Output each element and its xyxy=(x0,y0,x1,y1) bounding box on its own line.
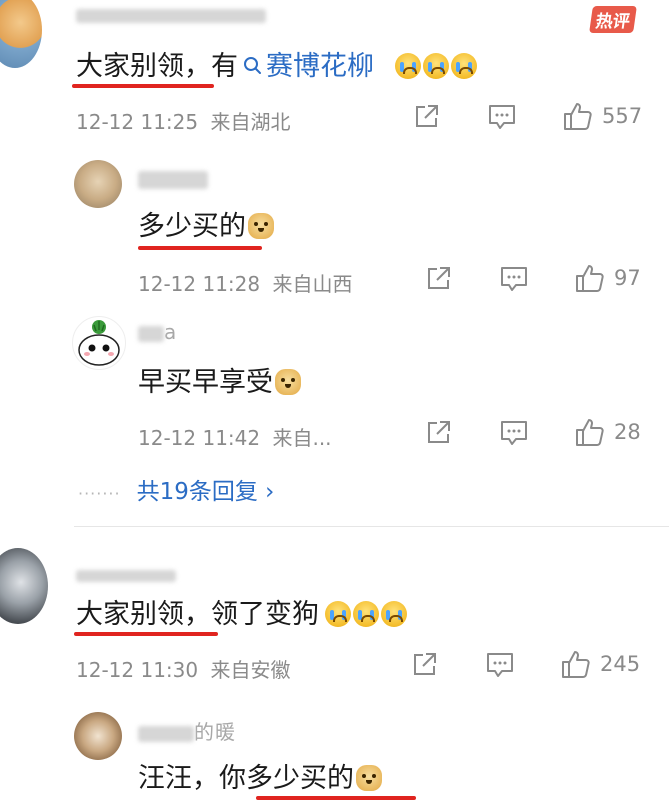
avatar[interactable] xyxy=(0,548,48,624)
comment-icon xyxy=(501,267,527,291)
watermelon-character-icon xyxy=(78,320,120,366)
comment-meta: 12-12 11:25 来自湖北 xyxy=(76,106,290,135)
crying-emoji xyxy=(422,53,449,79)
hot-comment-badge: 热评 xyxy=(589,6,637,33)
highlight-underline xyxy=(138,246,262,250)
location: 来自安徽 xyxy=(210,658,291,682)
share-icon xyxy=(428,421,450,443)
highlight-underline xyxy=(256,796,416,800)
username-blurred[interactable] xyxy=(76,2,266,26)
comment-icon xyxy=(487,653,513,677)
more-replies-link[interactable]: ······· 共19条回复 › xyxy=(78,472,274,506)
username[interactable]: 的暖 xyxy=(138,716,236,745)
reply-button[interactable] xyxy=(487,103,517,131)
like-count: 245 xyxy=(600,652,641,676)
thumbs-up-icon xyxy=(576,265,604,292)
like-count: 557 xyxy=(602,104,643,128)
comment-meta: 12-12 11:30 来自安徽 xyxy=(76,654,290,683)
dots-divider: ······· xyxy=(78,484,121,503)
comment-meta: 12-12 11:28 来自山西 xyxy=(138,268,352,297)
highlight-underline xyxy=(74,632,218,636)
reply-button[interactable] xyxy=(499,419,529,447)
like-count: 28 xyxy=(614,420,641,444)
share-button[interactable] xyxy=(424,265,452,293)
share-icon xyxy=(416,105,438,127)
doge-emoji xyxy=(275,369,301,395)
comment-icon xyxy=(501,421,527,445)
crying-emoji xyxy=(325,601,351,627)
doge-emoji xyxy=(356,765,382,791)
comment-text: 大家别领，领了变狗 xyxy=(76,592,407,631)
username-blurred[interactable] xyxy=(76,562,176,586)
highlight-underline xyxy=(72,84,214,88)
divider xyxy=(74,526,669,527)
timestamp: 12-12 11:28 xyxy=(138,272,261,296)
thumbs-up-icon xyxy=(564,103,592,130)
like-button[interactable]: 245 xyxy=(560,648,640,680)
comment-icon xyxy=(489,105,515,129)
share-button[interactable] xyxy=(424,419,452,447)
like-button[interactable]: 557 xyxy=(562,100,642,132)
thumbs-up-icon xyxy=(562,651,590,678)
crying-emoji xyxy=(450,53,477,79)
timestamp: 12-12 11:30 xyxy=(76,658,199,682)
thumbs-up-icon xyxy=(576,419,604,446)
comment-text: 早买早享受 xyxy=(138,360,301,399)
share-button[interactable] xyxy=(410,651,438,679)
reply-button[interactable] xyxy=(499,265,529,293)
share-button[interactable] xyxy=(412,103,440,131)
avatar[interactable] xyxy=(0,0,42,68)
like-count: 97 xyxy=(614,266,641,290)
crying-emoji xyxy=(353,601,379,627)
username-blurred[interactable] xyxy=(138,166,208,190)
reply-button[interactable] xyxy=(485,651,515,679)
crying-emoji xyxy=(381,601,407,627)
timestamp: 12-12 11:25 xyxy=(76,110,199,134)
comment-meta: 12-12 11:42 来自... xyxy=(138,422,332,451)
crying-emoji xyxy=(394,53,421,79)
like-button[interactable]: 28 xyxy=(574,416,641,448)
avatar[interactable] xyxy=(74,160,122,208)
search-link[interactable]: 赛博花柳 xyxy=(238,51,374,82)
avatar[interactable] xyxy=(74,712,122,760)
location: 来自... xyxy=(272,426,332,450)
location: 来自湖北 xyxy=(210,110,291,134)
like-button[interactable]: 97 xyxy=(574,262,641,294)
username[interactable]: a xyxy=(138,320,177,344)
comment-text: 汪汪，你多少买的 xyxy=(138,756,382,795)
doge-emoji xyxy=(248,213,274,239)
share-icon xyxy=(428,267,450,289)
comment-text: 大家别领，有 赛博花柳 xyxy=(76,44,477,83)
timestamp: 12-12 11:42 xyxy=(138,426,261,450)
search-icon xyxy=(244,57,261,74)
comment-text: 多少买的 xyxy=(138,204,274,243)
avatar[interactable] xyxy=(72,316,126,370)
share-icon xyxy=(414,653,436,675)
location: 来自山西 xyxy=(272,272,353,296)
